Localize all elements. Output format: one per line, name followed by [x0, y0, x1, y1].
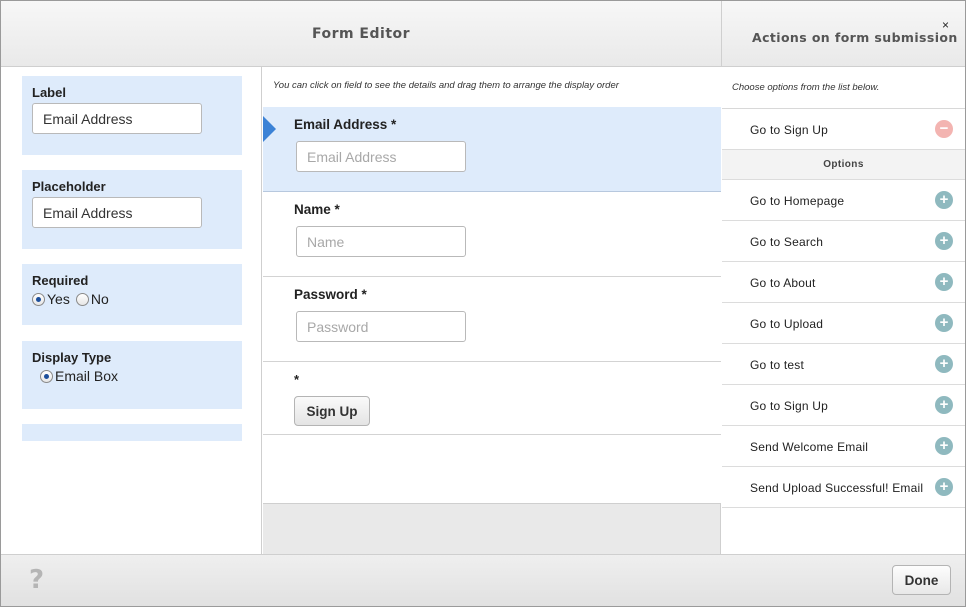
- options-heading: Options: [722, 150, 965, 180]
- actions-panel: Choose options from the list below. Go t…: [722, 67, 965, 554]
- form-hint: You can click on field to see the detail…: [273, 80, 619, 91]
- done-button[interactable]: Done: [892, 565, 951, 595]
- action-label: Go to Upload: [750, 317, 824, 331]
- action-label: Go to Sign Up: [750, 399, 828, 413]
- add-action-icon[interactable]: +: [935, 191, 953, 209]
- close-icon[interactable]: ×: [942, 19, 949, 31]
- password-preview-input[interactable]: [296, 311, 466, 342]
- field-label: Email Address *: [294, 117, 397, 132]
- add-action-icon[interactable]: +: [935, 396, 953, 414]
- display-type-email-radio[interactable]: [40, 369, 53, 383]
- add-action-icon[interactable]: +: [935, 437, 953, 455]
- label-property: Label: [22, 76, 242, 155]
- display-type-radio-group: Email Box: [40, 368, 232, 384]
- action-label: Go to Search: [750, 235, 824, 249]
- option-go-to-test: Go to test +: [722, 344, 965, 385]
- required-radio-group: Yes No: [32, 291, 232, 307]
- display-type-heading: Display Type: [32, 350, 112, 365]
- action-label: Go to test: [750, 358, 805, 372]
- required-property: Required Yes No: [22, 264, 242, 325]
- action-label: Send Welcome Email: [750, 440, 869, 454]
- field-label: Name *: [294, 202, 340, 217]
- option-send-welcome-email: Send Welcome Email +: [722, 426, 965, 467]
- form-preview-panel: You can click on field to see the detail…: [263, 67, 721, 554]
- form-preview-canvas: You can click on field to see the detail…: [263, 67, 721, 504]
- submit-required-mark: *: [294, 372, 300, 387]
- add-action-icon[interactable]: +: [935, 273, 953, 291]
- add-action-icon[interactable]: +: [935, 355, 953, 373]
- option-go-to-about: Go to About +: [722, 262, 965, 303]
- required-no-label: No: [90, 291, 109, 307]
- sign-up-button[interactable]: Sign Up: [294, 396, 370, 426]
- add-action-icon[interactable]: +: [935, 478, 953, 496]
- option-send-upload-successful-email: Send Upload Successful! Email +: [722, 467, 965, 508]
- option-go-to-homepage: Go to Homepage +: [722, 180, 965, 221]
- actions-header: Actions on form submission ×: [721, 1, 965, 67]
- required-yes-radio[interactable]: [32, 292, 45, 306]
- form-field-email[interactable]: Email Address *: [263, 107, 721, 192]
- option-go-to-search: Go to Search +: [722, 221, 965, 262]
- label-input[interactable]: [32, 103, 202, 134]
- dialog-header: Form Editor Actions on form submission ×: [1, 1, 965, 67]
- option-go-to-upload: Go to Upload +: [722, 303, 965, 344]
- required-yes-label: Yes: [47, 291, 70, 307]
- actions-title: Actions on form submission: [752, 30, 958, 45]
- placeholder-property: Placeholder: [22, 170, 242, 249]
- field-properties-panel: Label Placeholder Required Yes No Displa…: [1, 67, 262, 554]
- required-heading: Required: [32, 273, 89, 288]
- selected-action-go-to-sign-up: Go to Sign Up −: [722, 109, 965, 150]
- property-block-empty: [22, 424, 242, 441]
- required-no-radio[interactable]: [75, 292, 89, 306]
- dialog-footer: ? Done: [1, 554, 965, 606]
- action-label: Go to About: [750, 276, 816, 290]
- form-editor-dialog: Form Editor Actions on form submission ×…: [0, 0, 966, 607]
- option-go-to-sign-up: Go to Sign Up +: [722, 385, 965, 426]
- remove-action-icon[interactable]: −: [935, 120, 953, 138]
- form-field-submit[interactable]: * Sign Up: [263, 362, 721, 435]
- selection-arrow-icon: [263, 116, 276, 142]
- form-field-password[interactable]: Password *: [263, 277, 721, 362]
- display-type-email-label: Email Box: [55, 368, 119, 384]
- email-preview-input[interactable]: [296, 141, 466, 172]
- placeholder-input[interactable]: [32, 197, 202, 228]
- add-action-icon[interactable]: +: [935, 232, 953, 250]
- dialog-title: Form Editor: [311, 26, 411, 42]
- display-type-property: Display Type Email Box: [22, 341, 242, 409]
- name-preview-input[interactable]: [296, 226, 466, 257]
- action-label: Go to Sign Up: [750, 123, 828, 137]
- action-label: Send Upload Successful! Email: [750, 481, 924, 495]
- action-label: Go to Homepage: [750, 194, 845, 208]
- actions-hint: Choose options from the list below.: [732, 82, 880, 93]
- field-label: Password *: [294, 287, 367, 302]
- add-action-icon[interactable]: +: [935, 314, 953, 332]
- placeholder-heading: Placeholder: [32, 179, 106, 194]
- label-heading: Label: [32, 85, 66, 100]
- form-field-name[interactable]: Name *: [263, 192, 721, 277]
- help-icon[interactable]: ?: [29, 565, 44, 595]
